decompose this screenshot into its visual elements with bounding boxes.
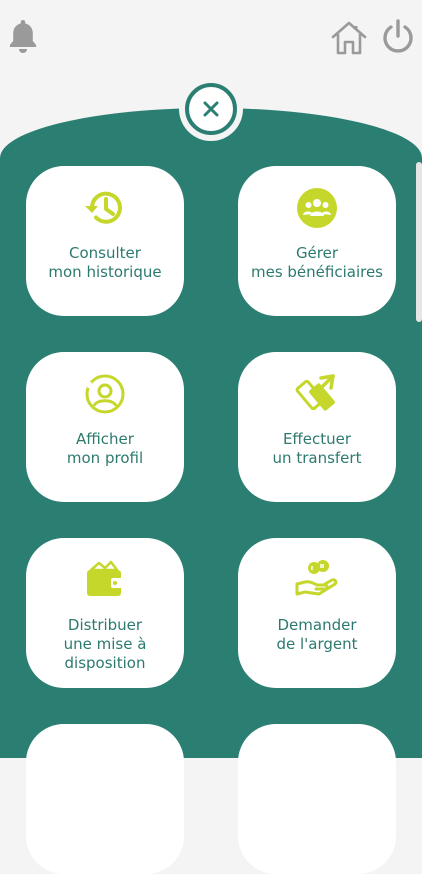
profile-icon: [83, 372, 127, 416]
close-button[interactable]: [179, 77, 243, 141]
label-line1: Afficher: [76, 430, 134, 448]
label-line2: de l'argent: [276, 635, 358, 653]
menu-item-label: Gérer mes bénéficiaires: [251, 244, 383, 282]
label-line2: mes bénéficiaires: [250, 263, 383, 281]
menu-item-label: Demander de l'argent: [276, 616, 357, 654]
label-line1: Consulter: [69, 244, 141, 262]
menu-item-request-money[interactable]: Demander de l'argent: [238, 538, 396, 688]
label-line2: une mise à disposition: [63, 635, 147, 672]
request-money-icon: [295, 558, 339, 602]
menu-item-wallet[interactable]: Distribuer une mise à disposition: [26, 538, 184, 688]
label-line1: Gérer: [295, 244, 339, 262]
label-line2: un transfert: [272, 449, 362, 467]
menu-item-profile[interactable]: Afficher mon profil: [26, 352, 184, 502]
power-icon[interactable]: [380, 18, 416, 56]
label-line1: Demander: [277, 616, 357, 634]
close-icon: [203, 101, 219, 117]
menu-item-label: Afficher mon profil: [67, 430, 143, 468]
menu-item-history[interactable]: Consulter mon historique: [26, 166, 184, 316]
wallet-icon: [83, 558, 127, 602]
menu-item-transfer[interactable]: Effectuer un transfert: [238, 352, 396, 502]
menu-item-partial[interactable]: [238, 724, 396, 874]
menu-item-label: Consulter mon historique: [48, 244, 161, 282]
bell-icon[interactable]: [8, 18, 38, 54]
history-icon: [83, 186, 127, 230]
menu-item-label: Effectuer un transfert: [273, 430, 362, 468]
menu-item-label: Distribuer une mise à disposition: [26, 616, 184, 673]
label-line1: Distribuer: [67, 616, 143, 634]
beneficiaries-icon: [295, 186, 339, 230]
menu-item-beneficiaries[interactable]: Gérer mes bénéficiaires: [238, 166, 396, 316]
transfer-icon: [295, 372, 339, 416]
label-line2: mon profil: [66, 449, 144, 467]
label-line1: Effectuer: [282, 430, 352, 448]
home-icon[interactable]: [330, 20, 368, 56]
menu-item-partial[interactable]: [26, 724, 184, 874]
scrollbar[interactable]: [416, 162, 422, 322]
top-bar: [0, 0, 422, 80]
label-line2: mon historique: [48, 263, 162, 281]
